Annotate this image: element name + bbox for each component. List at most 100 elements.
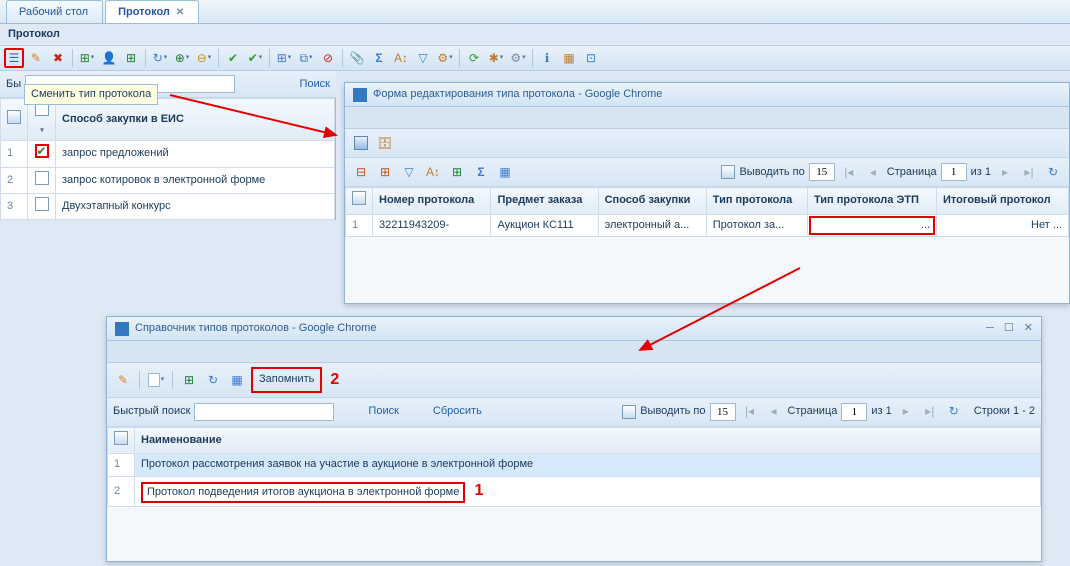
new-doc-icon[interactable]: ▾: [146, 370, 166, 390]
grid-icon: [352, 191, 366, 205]
db-icon[interactable]: 🗄: [375, 133, 395, 153]
block-icon[interactable]: ⊘: [318, 48, 338, 68]
remove-icon[interactable]: ⊖▾: [194, 48, 214, 68]
sync-icon[interactable]: ⟳: [464, 48, 484, 68]
excel2-icon[interactable]: ⊞: [121, 48, 141, 68]
refresh-icon[interactable]: ↻▾: [150, 48, 170, 68]
page-prev-icon[interactable]: ◂: [863, 162, 883, 182]
remember-button[interactable]: Запомнить: [251, 367, 322, 392]
table-row[interactable]: 1 Протокол рассмотрения заявок на участи…: [108, 454, 1041, 476]
table-row[interactable]: 2 запрос котировок в электронной форме: [1, 167, 335, 193]
page-last-icon[interactable]: ▸|: [920, 402, 940, 422]
selected-protocol-type[interactable]: Протокол подведения итогов аукциона в эл…: [141, 482, 465, 503]
dict-toolbar: ✎ ▾ ⊞ ↻ ▦ Запомнить 2: [107, 363, 1041, 397]
excel3-icon[interactable]: ⊞: [447, 162, 467, 182]
minimize-icon[interactable]: ─: [986, 321, 994, 336]
sort2-icon[interactable]: A↕: [423, 162, 443, 182]
add-icon[interactable]: ⊕▾: [172, 48, 192, 68]
change-type-tooltip: Сменить тип протокола: [24, 84, 158, 105]
tree-collapse-icon[interactable]: ⊟: [351, 162, 371, 182]
sum2-icon[interactable]: Σ: [471, 162, 491, 182]
table-row[interactable]: 1 32211943209- Аукцион КС111 электронный…: [346, 214, 1069, 236]
refresh-pager2-icon[interactable]: ↻: [944, 402, 964, 422]
approve-icon[interactable]: ✔: [223, 48, 243, 68]
change-type-button[interactable]: ☰: [4, 48, 24, 68]
per-page-input[interactable]: [809, 163, 835, 181]
dict-grid: Наименование 1 Протокол рассмотрения зая…: [107, 427, 1041, 507]
help-icon[interactable]: ℹ: [537, 48, 557, 68]
search-button[interactable]: Поиск: [300, 77, 330, 92]
main-toolbar: ☰ ✎ ✖ ⊞▾ 👤 ⊞ ↻▾ ⊕▾ ⊖▾ ✔ ✔▾ ⊞▾ ⧉▾ ⊘ 📎 Σ A…: [0, 45, 1070, 71]
grid-icon: [7, 110, 21, 124]
sort-icon[interactable]: A↕: [391, 48, 411, 68]
app-icon: [353, 88, 367, 102]
dictionary-window: Справочник типов протоколов - Google Chr…: [106, 316, 1042, 562]
tree2-icon[interactable]: ⧉▾: [296, 48, 316, 68]
filter2-icon[interactable]: ▽: [399, 162, 419, 182]
config-icon[interactable]: ⚙▾: [508, 48, 528, 68]
maximize-icon[interactable]: ☐: [1004, 321, 1014, 336]
filter-icon[interactable]: ▽: [413, 48, 433, 68]
app-icon: [115, 322, 129, 336]
quick-search-label: Бы: [6, 77, 21, 92]
attach-icon[interactable]: 📎: [347, 48, 367, 68]
edit2-icon[interactable]: ✎: [113, 370, 133, 390]
page-input[interactable]: [941, 163, 967, 181]
layout-icon[interactable]: ▦: [495, 162, 515, 182]
tree1-icon[interactable]: ⊞▾: [274, 48, 294, 68]
row-checkbox[interactable]: [35, 144, 49, 158]
annotation-1: 1: [475, 482, 484, 499]
save-icon[interactable]: [351, 133, 371, 153]
dict-reset-btn[interactable]: Сбросить: [433, 404, 482, 419]
annotation-2: 2: [330, 369, 339, 391]
excel-export-icon[interactable]: ⊞▾: [77, 48, 97, 68]
pager-device-icon: [721, 165, 735, 179]
page-prev-icon[interactable]: ◂: [764, 402, 784, 422]
window-titlebar[interactable]: Справочник типов протоколов - Google Chr…: [107, 317, 1041, 341]
close-icon[interactable]: ✕: [176, 7, 184, 18]
row-checkbox[interactable]: [35, 197, 49, 211]
page-next-icon[interactable]: ▸: [995, 162, 1015, 182]
edit-protocol-window: Форма редактирования типа протокола - Go…: [344, 82, 1070, 304]
page-title: Протокол: [0, 24, 1070, 45]
dict-per-page-input[interactable]: [710, 403, 736, 421]
layout2-icon[interactable]: ▦: [227, 370, 247, 390]
left-grid-panel: ▾ Способ закупки в ЕИС 1 запрос предложе…: [0, 98, 336, 220]
user-icon[interactable]: 👤: [99, 48, 119, 68]
grid-icon: [114, 431, 128, 445]
page-next-icon[interactable]: ▸: [896, 402, 916, 422]
edit-icon[interactable]: ✎: [26, 48, 46, 68]
dict-searchbar: Быстрый поиск Поиск Сбросить Выводить по…: [107, 398, 1041, 427]
tools-icon[interactable]: ✱▾: [486, 48, 506, 68]
excel4-icon[interactable]: ⊞: [179, 370, 199, 390]
calendar-icon[interactable]: ▦: [559, 48, 579, 68]
edit-pager: ⊟ ⊞ ▽ A↕ ⊞ Σ ▦ Выводить по |◂ ◂ Страница…: [345, 158, 1069, 187]
refresh-pager-icon[interactable]: ↻: [1043, 162, 1063, 182]
settings-icon[interactable]: ⚙▾: [435, 48, 455, 68]
main-tabbar: Рабочий стол Протокол✕: [0, 0, 1070, 24]
refresh2-icon[interactable]: ↻: [203, 370, 223, 390]
table-row[interactable]: 3 Двухэтапный конкурс: [1, 193, 335, 219]
table-row[interactable]: 1 запрос предложений: [1, 141, 335, 167]
close-icon[interactable]: ✕: [1024, 321, 1033, 336]
dict-page-input[interactable]: [841, 403, 867, 421]
tree-expand-icon[interactable]: ⊞: [375, 162, 395, 182]
row-checkbox[interactable]: [35, 171, 49, 185]
delete-icon[interactable]: ✖: [48, 48, 68, 68]
page-first-icon[interactable]: |◂: [839, 162, 859, 182]
window-titlebar[interactable]: Форма редактирования типа протокола - Go…: [345, 83, 1069, 107]
page-last-icon[interactable]: ▸|: [1019, 162, 1039, 182]
dict-search-btn[interactable]: Поиск: [368, 404, 398, 419]
sum-icon[interactable]: Σ: [369, 48, 389, 68]
table-row[interactable]: 2 Протокол подведения итогов аукциона в …: [108, 476, 1041, 506]
tab-protocol[interactable]: Протокол✕: [105, 0, 199, 23]
page-first-icon[interactable]: |◂: [740, 402, 760, 422]
purchase-method-grid: ▾ Способ закупки в ЕИС 1 запрос предложе…: [0, 98, 335, 220]
dict-search-input[interactable]: [194, 403, 334, 421]
etp-cell-placeholder[interactable]: [809, 216, 935, 235]
more-icon[interactable]: ⊡: [581, 48, 601, 68]
protocol-edit-grid: Номер протокола Предмет заказа Способ за…: [345, 187, 1069, 237]
tab-desktop[interactable]: Рабочий стол: [6, 0, 103, 23]
pager-device-icon: [622, 405, 636, 419]
approve-all-icon[interactable]: ✔▾: [245, 48, 265, 68]
